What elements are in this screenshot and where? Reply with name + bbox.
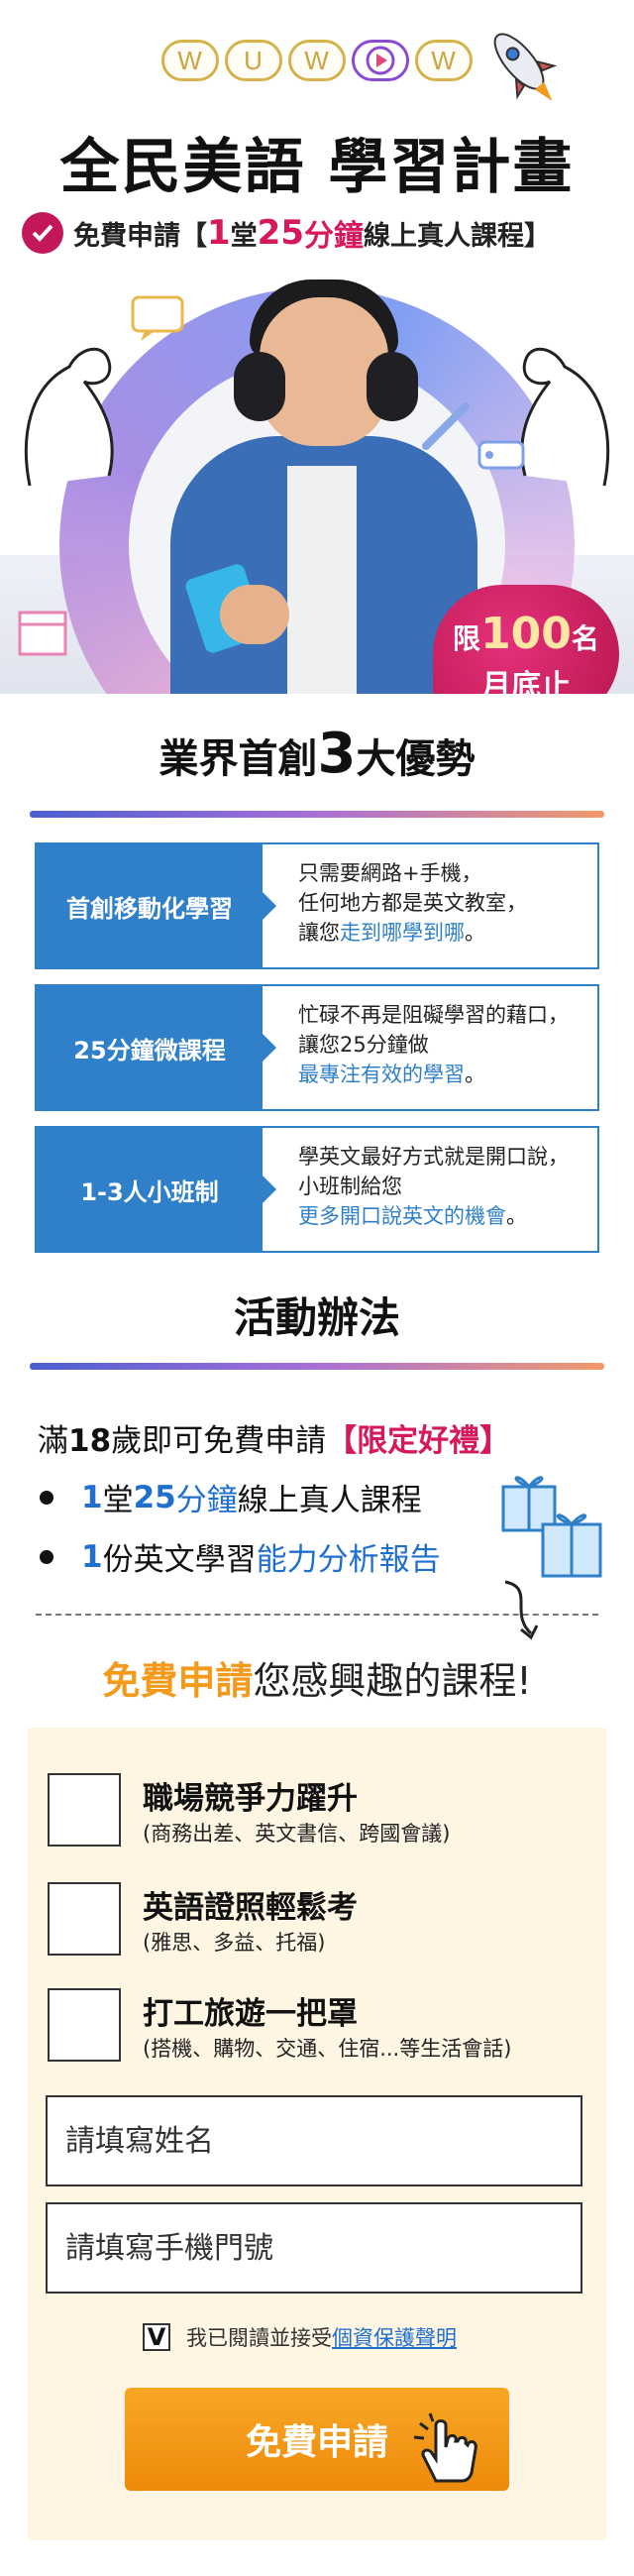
pointer-hand-icon (413, 2412, 477, 2483)
cta-heading: 免費申請您感興趣的課程! (102, 1659, 532, 1703)
option-description: (商務出差、英文書信、跨國會議) (143, 1822, 451, 1846)
gift-box-icon (501, 1476, 602, 1578)
advantage-label: 首創移動化學習 (37, 844, 276, 967)
logo-letter: W (288, 40, 346, 81)
advantage-label: 1-3人小班制 (37, 1128, 276, 1251)
advantage-card: 1-3人小班制 學英文最好方式就是開口說， 小班制給您 更多開口說英文的機會。 (35, 1126, 599, 1253)
option-checkbox[interactable] (48, 1773, 121, 1847)
privacy-policy-link[interactable]: 個資保護聲明 (332, 2322, 457, 2352)
logo-letter: W (161, 40, 219, 81)
chat-bubble-icon (131, 295, 184, 341)
advantage-card: 首創移動化學習 只需要網路+手機， 任何地方都是英文教室， 讓您走到哪學到哪。 (35, 842, 599, 969)
option-title: 打工旅遊一把罩 (143, 1996, 358, 2032)
subtitle-unit: 堂 (230, 220, 258, 252)
option-description: (雅思、多益、托福) (143, 1931, 326, 1955)
agree-checkbox[interactable]: V (143, 2323, 170, 2351)
phone-input[interactable] (46, 2202, 582, 2294)
play-icon (352, 40, 409, 81)
activity-title: 活動辦法 (233, 1293, 400, 1342)
course-option[interactable]: 職場競爭力躍升 (商務出差、英文書信、跨國會議) (48, 1773, 450, 1848)
limited-quota-badge: 限100名 月底止 (433, 585, 619, 694)
logo-letter: U (225, 40, 282, 81)
curved-arrow-icon (504, 1580, 539, 1640)
option-title: 英語證照輕鬆考 (143, 1890, 358, 1926)
eligibility-line: 滿18歲即可免費申請【限定好禮】 (38, 1423, 511, 1459)
divider-bar (30, 811, 604, 818)
gift-item: 1 堂 25 分鐘 線上真人課程 (40, 1475, 422, 1519)
subtitle-unit: 分鐘 (304, 219, 364, 254)
pencil-icon (422, 402, 470, 450)
agree-text: 我已閱讀並接受 (186, 2326, 332, 2350)
advantage-card: 25分鐘微課程 忙碌不再是阻礙學習的藉口， 讓您25分鐘做 最專注有效的學習。 (35, 984, 599, 1111)
hero-section: W U W W 全民美語 學習計畫 免費申請【 1 堂 25 分鐘 線上真人課程… (0, 0, 634, 694)
rocket-icon (493, 33, 558, 101)
option-title: 職場競爭力躍升 (143, 1781, 358, 1817)
landing-page: W U W W 全民美語 學習計畫 免費申請【 1 堂 25 分鐘 線上真人課程… (0, 0, 634, 2576)
calendar-icon (18, 611, 67, 656)
gift-item: 1 份英文學習 能力分析報告 (40, 1534, 441, 1579)
advantage-text: 忙碌不再是阻礙學習的藉口， 讓您25分鐘做 最專注有效的學習。 (298, 1003, 569, 1086)
signup-form: 職場競爭力躍升 (商務出差、英文書信、跨國會議) 英語證照輕鬆考 (雅思、多益、… (28, 1728, 606, 2540)
divider-bar (30, 1363, 604, 1370)
subtitle-number: 1 (207, 213, 231, 253)
advantages-title: 業界首創3大優勢 (158, 722, 476, 786)
subtitle-number: 25 (257, 213, 304, 253)
advantage-label: 25分鐘微課程 (37, 986, 276, 1109)
tag-icon (477, 440, 525, 470)
subtitle-suffix: 線上真人課程】 (364, 220, 551, 252)
headphones-icon (234, 352, 285, 421)
course-option[interactable]: 打工旅遊一把罩 (搭機、購物、交通、住宿...等生活會話) (48, 1988, 511, 2064)
option-description: (搭機、購物、交通、住宿...等生活會話) (143, 2037, 512, 2061)
subtitle-prefix: 免費申請【 (73, 220, 207, 252)
option-checkbox[interactable] (48, 1882, 121, 1956)
advantage-text: 學英文最好方式就是開口說， 小班制給您 更多開口說英文的機會。 (298, 1145, 569, 1228)
name-input[interactable] (46, 2095, 582, 2186)
check-icon (22, 212, 63, 254)
option-checkbox[interactable] (48, 1988, 121, 2062)
privacy-agreement: V 我已閱讀並接受 個資保護聲明 (143, 2322, 457, 2352)
logo-letter: W (415, 40, 473, 81)
course-option[interactable]: 英語證照輕鬆考 (雅思、多益、托福) (48, 1882, 358, 1958)
flexed-arm-icon (24, 347, 114, 487)
page-title: 全民美語 學習計畫 (59, 133, 575, 202)
advantage-text: 只需要網路+手機， 任何地方都是英文教室， 讓您走到哪學到哪。 (298, 861, 527, 945)
hero-subtitle: 免費申請【 1 堂 25 分鐘 線上真人課程】 (22, 211, 551, 255)
